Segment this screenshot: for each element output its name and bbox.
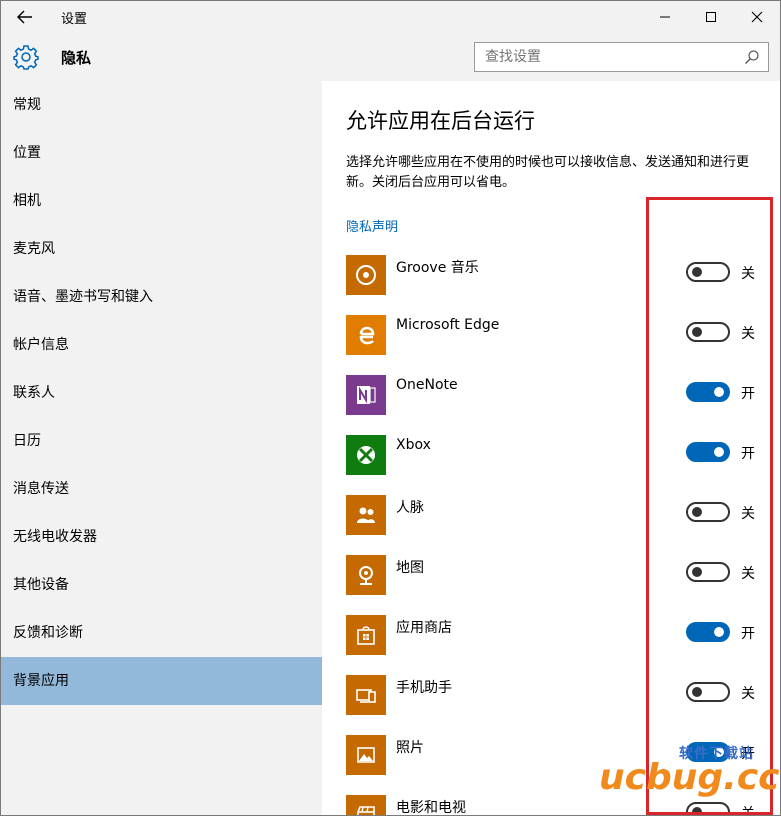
app-name: 地图 — [396, 560, 424, 576]
close-icon — [751, 11, 763, 23]
app-name: 人脉 — [396, 500, 424, 516]
sidebar-item-camera[interactable]: 相机 — [1, 177, 322, 225]
sidebar-item-other-devices[interactable]: 其他设备 — [1, 561, 322, 609]
xbox-icon — [346, 435, 386, 475]
sidebar-item-general[interactable]: 常规 — [1, 81, 322, 129]
back-button[interactable] — [11, 5, 39, 29]
phone-companion-icon — [346, 675, 386, 715]
back-arrow-icon — [17, 10, 32, 24]
sidebar-item-label: 麦克风 — [13, 241, 55, 257]
sidebar-item-label: 背景应用 — [13, 673, 69, 689]
sidebar-item-label: 位置 — [13, 145, 41, 161]
sidebar-item-location[interactable]: 位置 — [1, 129, 322, 177]
watermark-logo: 软件下载站 ucbug.cc — [599, 741, 780, 801]
movies-tv-icon — [346, 795, 386, 815]
onenote-icon — [346, 375, 386, 415]
sidebar-item-calendar[interactable]: 日历 — [1, 417, 322, 465]
window-title: 设置 — [61, 12, 88, 27]
groove-music-icon — [346, 255, 386, 295]
app-name: 照片 — [396, 740, 424, 756]
sidebar-item-label: 无线电收发器 — [13, 529, 97, 545]
sidebar-item-contacts[interactable]: 联系人 — [1, 369, 322, 417]
sidebar-item-radios[interactable]: 无线电收发器 — [1, 513, 322, 561]
page-description: 选择允许哪些应用在不使用的时候也可以接收信息、发送通知和进行更新。关闭后台应用可… — [346, 155, 750, 190]
app-name: 电影和电视 — [396, 800, 466, 816]
app-name: Xbox — [396, 437, 431, 453]
app-name: 应用商店 — [396, 620, 452, 636]
sidebar-item-microphone[interactable]: 麦克风 — [1, 225, 322, 273]
settings-header: 隐私 — [1, 33, 780, 81]
sidebar-item-speech-inking-typing[interactable]: 语音、墨迹书写和键入 — [1, 273, 322, 321]
edge-icon — [346, 315, 386, 355]
page-title: 允许应用在后台运行 — [346, 109, 535, 133]
sidebar-item-messaging[interactable]: 消息传送 — [1, 465, 322, 513]
sidebar-item-feedback-diagnostics[interactable]: 反馈和诊断 — [1, 609, 322, 657]
privacy-statement-link[interactable]: 隐私声明 — [346, 216, 398, 235]
app-name: OneNote — [396, 377, 458, 393]
sidebar-item-label: 常规 — [13, 97, 41, 113]
minimize-icon — [660, 16, 670, 18]
sidebar-item-label: 消息传送 — [13, 481, 69, 497]
people-icon — [346, 495, 386, 535]
sidebar-item-label: 反馈和诊断 — [13, 625, 83, 641]
sidebar-item-label: 日历 — [13, 433, 41, 449]
photos-icon — [346, 735, 386, 775]
sidebar-item-account-info[interactable]: 帐户信息 — [1, 321, 322, 369]
minimize-button[interactable] — [642, 1, 688, 33]
page-category-title: 隐私 — [61, 49, 92, 67]
sidebar-item-label: 帐户信息 — [13, 337, 69, 353]
title-bar: 设置 — [1, 1, 780, 33]
store-icon — [346, 615, 386, 655]
app-name: 手机助手 — [396, 680, 452, 696]
close-button[interactable] — [734, 1, 780, 33]
sidebar-item-label: 相机 — [13, 193, 41, 209]
sidebar-item-label: 语音、墨迹书写和键入 — [13, 289, 153, 305]
maximize-icon — [706, 12, 716, 22]
sidebar-item-label: 联系人 — [13, 385, 55, 401]
gear-icon — [13, 45, 39, 70]
sidebar-item-label: 其他设备 — [13, 577, 69, 593]
highlight-annotation-box — [646, 197, 773, 815]
maps-icon — [346, 555, 386, 595]
sidebar-item-background-apps[interactable]: 背景应用 — [1, 657, 322, 705]
maximize-button[interactable] — [688, 1, 734, 33]
watermark-main-text: ucbug.cc — [599, 757, 780, 798]
search-icon[interactable] — [744, 49, 760, 65]
app-name: Groove 音乐 — [396, 260, 479, 276]
search-input[interactable] — [475, 43, 725, 71]
sidebar: 常规 位置 相机 麦克风 语音、墨迹书写和键入 帐户信息 联系人 日历 消息传送… — [1, 81, 322, 815]
app-name: Microsoft Edge — [396, 317, 500, 333]
settings-window: 设置 隐私 常规 位置 相机 麦克风 — [0, 0, 781, 816]
search-box[interactable] — [474, 42, 769, 72]
